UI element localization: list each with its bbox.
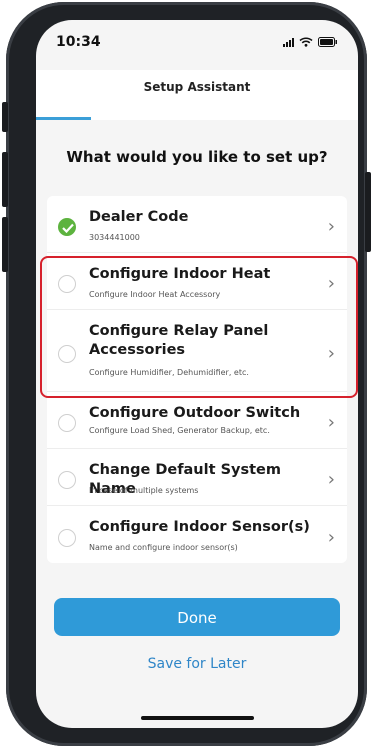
radio-unchecked-icon[interactable] bbox=[58, 414, 76, 432]
status-bar: 10:34 bbox=[36, 20, 358, 64]
option-indoor-sensors[interactable]: Configure Indoor Sensor(s) Name and conf… bbox=[47, 506, 347, 563]
header-title: Setup Assistant bbox=[143, 80, 251, 94]
home-indicator[interactable] bbox=[141, 716, 254, 720]
option-subtitle: 3034441000 bbox=[89, 233, 140, 242]
check-icon bbox=[58, 218, 76, 236]
option-dealer-code[interactable]: Dealer Code 3034441000 › bbox=[47, 196, 347, 253]
wifi-icon bbox=[299, 37, 313, 47]
option-subtitle: Name and configure indoor sensor(s) bbox=[89, 543, 238, 552]
app-header: Setup Assistant bbox=[36, 70, 358, 120]
option-subtitle: In case of multiple systems bbox=[89, 486, 199, 495]
mute-switch bbox=[2, 102, 8, 132]
chevron-right-icon: › bbox=[327, 469, 335, 490]
option-title: Configure Indoor Sensor(s) bbox=[89, 519, 310, 535]
option-system-name[interactable]: Change Default System Name In case of mu… bbox=[47, 449, 347, 506]
setup-progress-fill bbox=[36, 117, 91, 120]
done-button[interactable]: Done bbox=[54, 598, 340, 636]
option-title: Dealer Code bbox=[89, 209, 189, 225]
chevron-right-icon: › bbox=[327, 412, 335, 433]
signal-icon bbox=[283, 37, 294, 47]
save-for-later-link[interactable]: Save for Later bbox=[36, 656, 358, 672]
volume-down-button bbox=[2, 217, 8, 272]
setup-progress-bar bbox=[36, 117, 358, 120]
radio-unchecked-icon[interactable] bbox=[58, 528, 76, 547]
chevron-right-icon: › bbox=[327, 216, 335, 237]
power-button bbox=[365, 172, 371, 252]
radio-unchecked-icon[interactable] bbox=[58, 471, 76, 489]
option-title: Configure Outdoor Switch bbox=[89, 405, 301, 421]
highlight-box bbox=[40, 256, 358, 398]
battery-icon bbox=[318, 37, 337, 47]
option-outdoor-switch[interactable]: Configure Outdoor Switch Configure Load … bbox=[47, 392, 347, 449]
status-time: 10:34 bbox=[56, 34, 101, 50]
status-icons bbox=[283, 37, 338, 47]
option-subtitle: Configure Load Shed, Generator Backup, e… bbox=[89, 426, 270, 435]
chevron-right-icon: › bbox=[327, 526, 335, 548]
volume-up-button bbox=[2, 152, 8, 207]
page-question: What would you like to set up? bbox=[66, 148, 328, 166]
